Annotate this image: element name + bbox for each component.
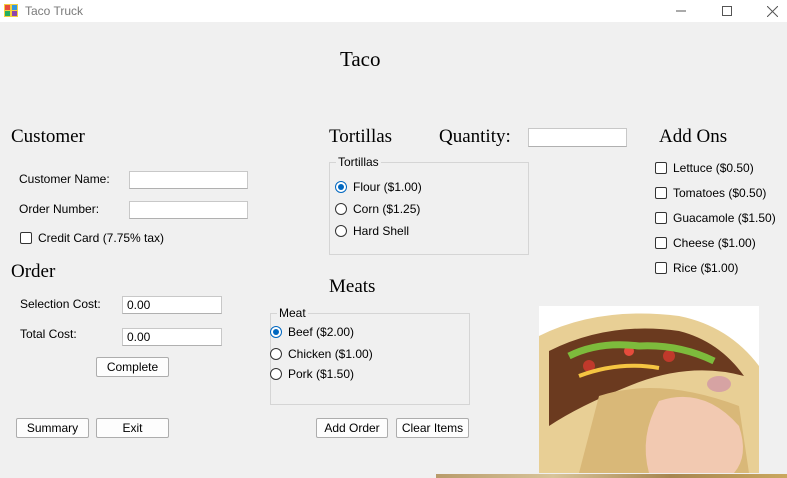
radio-unselected[interactable] bbox=[270, 348, 282, 360]
addon-tomatoes-checkbox[interactable]: Tomatoes ($0.50) bbox=[655, 186, 766, 200]
addon-label: Guacamole ($1.50) bbox=[673, 211, 776, 225]
tortilla-option-flour[interactable]: Flour ($1.00) bbox=[335, 180, 422, 194]
background-strip bbox=[436, 474, 787, 478]
meat-option-label: Beef ($2.00) bbox=[288, 325, 355, 339]
taco-image bbox=[539, 306, 759, 473]
customer-heading: Customer bbox=[11, 126, 85, 147]
addon-label: Cheese ($1.00) bbox=[673, 236, 756, 250]
close-button[interactable] bbox=[749, 0, 787, 22]
order-number-label: Order Number: bbox=[19, 202, 100, 216]
meat-option-chicken[interactable]: Chicken ($1.00) bbox=[270, 347, 373, 361]
checkbox-box[interactable] bbox=[20, 232, 32, 244]
addon-lettuce-checkbox[interactable]: Lettuce ($0.50) bbox=[655, 161, 754, 175]
meat-option-label: Chicken ($1.00) bbox=[288, 347, 373, 361]
meats-heading: Meats bbox=[329, 276, 376, 297]
checkbox-box[interactable] bbox=[655, 187, 667, 199]
radio-selected[interactable] bbox=[270, 326, 282, 338]
selection-cost-field[interactable]: 0.00 bbox=[122, 296, 222, 314]
meat-option-label: Pork ($1.50) bbox=[288, 367, 355, 381]
tortilla-option-corn[interactable]: Corn ($1.25) bbox=[335, 202, 420, 216]
title-bar: Taco Truck bbox=[0, 0, 787, 22]
checkbox-box[interactable] bbox=[655, 237, 667, 249]
tortillas-heading: Tortillas bbox=[329, 126, 393, 147]
customer-name-input[interactable] bbox=[129, 171, 248, 189]
meat-option-beef[interactable]: Beef ($2.00) bbox=[270, 325, 354, 339]
maximize-button[interactable] bbox=[704, 0, 750, 22]
credit-card-checkbox[interactable]: Credit Card (7.75% tax) bbox=[20, 231, 164, 245]
meat-option-pork[interactable]: Pork ($1.50) bbox=[270, 367, 354, 381]
credit-card-label: Credit Card (7.75% tax) bbox=[38, 231, 165, 245]
maximize-icon bbox=[722, 6, 732, 16]
app-icon bbox=[4, 4, 18, 17]
addon-label: Rice ($1.00) bbox=[673, 261, 739, 275]
summary-button[interactable]: Summary bbox=[16, 418, 89, 438]
quantity-label: Quantity: bbox=[439, 126, 511, 147]
checkbox-box[interactable] bbox=[655, 212, 667, 224]
add-order-button[interactable]: Add Order bbox=[316, 418, 388, 438]
close-icon bbox=[766, 5, 778, 17]
addon-label: Lettuce ($0.50) bbox=[673, 161, 754, 175]
total-cost-label: Total Cost: bbox=[20, 327, 77, 341]
addon-cheese-checkbox[interactable]: Cheese ($1.00) bbox=[655, 236, 756, 250]
exit-button[interactable]: Exit bbox=[96, 418, 169, 438]
addon-rice-checkbox[interactable]: Rice ($1.00) bbox=[655, 261, 738, 275]
tortilla-option-label: Hard Shell bbox=[353, 224, 410, 238]
addon-label: Tomatoes ($0.50) bbox=[673, 186, 767, 200]
checkbox-box[interactable] bbox=[655, 162, 667, 174]
radio-unselected[interactable] bbox=[270, 368, 282, 380]
page-title: Taco bbox=[340, 47, 381, 71]
radio-selected[interactable] bbox=[335, 181, 347, 193]
clear-items-button[interactable]: Clear Items bbox=[396, 418, 469, 438]
customer-name-label: Customer Name: bbox=[19, 172, 110, 186]
total-cost-field[interactable]: 0.00 bbox=[122, 328, 222, 346]
tortilla-option-label: Corn ($1.25) bbox=[353, 202, 421, 216]
addon-guacamole-checkbox[interactable]: Guacamole ($1.50) bbox=[655, 211, 776, 225]
addons-heading: Add Ons bbox=[659, 126, 728, 147]
order-number-input[interactable] bbox=[129, 201, 248, 219]
tortillas-group-title: Tortillas bbox=[336, 155, 381, 169]
radio-unselected[interactable] bbox=[335, 203, 347, 215]
radio-unselected[interactable] bbox=[335, 225, 347, 237]
tortilla-option-hard-shell[interactable]: Hard Shell bbox=[335, 224, 409, 238]
checkbox-box[interactable] bbox=[655, 262, 667, 274]
order-heading: Order bbox=[11, 261, 56, 282]
selection-cost-label: Selection Cost: bbox=[20, 297, 101, 311]
meat-group-title: Meat bbox=[277, 306, 308, 320]
complete-button[interactable]: Complete bbox=[96, 357, 169, 377]
window-title: Taco Truck bbox=[25, 4, 84, 18]
minimize-button[interactable] bbox=[658, 0, 704, 22]
quantity-input[interactable] bbox=[528, 128, 627, 147]
tortilla-option-label: Flour ($1.00) bbox=[353, 180, 422, 194]
minimize-icon bbox=[676, 10, 686, 12]
